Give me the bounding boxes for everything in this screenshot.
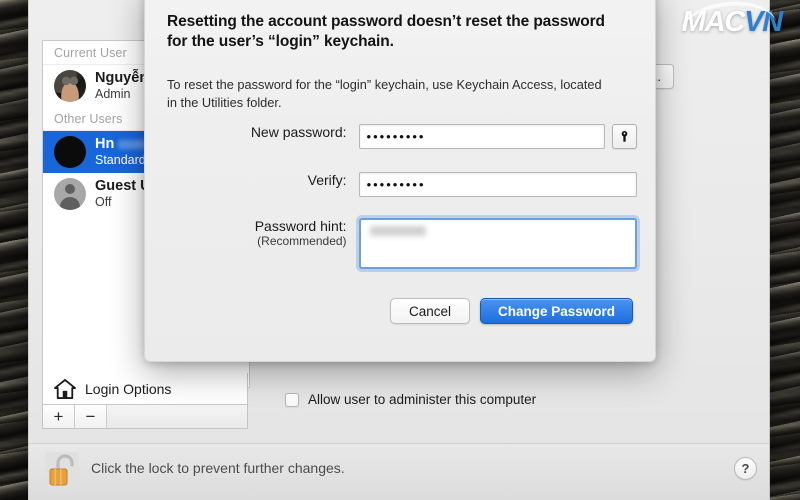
administer-computer-checkbox[interactable] [285, 392, 299, 407]
password-hint-row: Password hint: (Recommended) [167, 218, 637, 269]
new-password-input[interactable]: ••••••••• [358, 124, 606, 149]
user-role: Off [95, 194, 112, 209]
new-password-label: New password: [250, 124, 347, 140]
user-name: Guest U [95, 178, 151, 195]
cancel-button[interactable]: Cancel [389, 298, 470, 324]
screen: Current User Nguyễn T Admin Other Users … [0, 0, 800, 500]
guest-silhouette-avatar [54, 177, 86, 210]
change-password-button[interactable]: Change Password [479, 298, 633, 324]
reset-password-sheet: Resetting the account password doesn’t r… [144, 0, 656, 362]
user-photo-avatar [54, 69, 86, 102]
user-list-toolbar[interactable]: + − [42, 405, 248, 429]
key-icon [621, 130, 628, 142]
password-hint-label: Password hint: (Recommended) [167, 218, 359, 249]
add-user-button[interactable]: + [43, 405, 75, 428]
administer-computer-row[interactable]: Allow user to administer this computer [285, 392, 536, 407]
hint-redaction-smudge [369, 226, 426, 236]
verify-password-label: Verify: [307, 172, 347, 188]
password-hint-label-text: Password hint: [254, 218, 347, 234]
password-assistant-button[interactable] [612, 124, 637, 149]
user-name: Hn [95, 136, 115, 153]
remove-user-button[interactable]: − [75, 405, 107, 428]
help-button[interactable]: ? [734, 457, 757, 480]
user-text: Guest U Off [95, 178, 151, 208]
login-options-button[interactable]: Login Options [42, 373, 248, 405]
verify-password-row: Verify: ••••••••• [167, 172, 637, 197]
open-padlock-icon[interactable] [45, 452, 79, 490]
sheet-title: Resetting the account password doesn’t r… [167, 13, 605, 51]
toolbar-filler [107, 405, 247, 428]
house-icon [54, 378, 76, 399]
password-hint-input[interactable] [358, 218, 637, 269]
sheet-subtitle: To reset the password for the “login” ke… [167, 77, 602, 110]
sheet-button-row: Cancel Change Password [389, 298, 633, 324]
lock-hint-text: Click the lock to prevent further change… [91, 460, 345, 476]
new-password-row: New password: ••••••••• [167, 124, 637, 149]
preferences-bottom-bar: Click the lock to prevent further change… [29, 443, 769, 500]
password-hint-sublabel: (Recommended) [257, 234, 347, 249]
login-options-label: Login Options [85, 380, 172, 397]
verify-password-input[interactable]: ••••••••• [358, 172, 637, 197]
blank-avatar [54, 135, 86, 168]
administer-computer-label: Allow user to administer this computer [308, 392, 537, 407]
